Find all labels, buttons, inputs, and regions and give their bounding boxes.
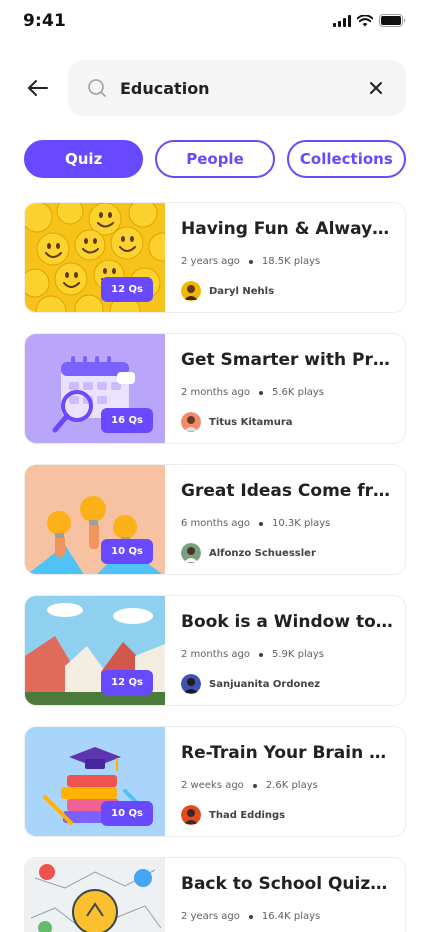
quiz-meta: 2 months ago 5.6K plays	[181, 387, 324, 398]
quiz-meta: 2 years ago 16.4K plays	[181, 911, 320, 922]
quiz-card-body: Great Ideas Come from Brilliant Minds 6 …	[181, 465, 393, 574]
quiz-thumbnail: 16 Qs	[25, 334, 165, 443]
quiz-card[interactable]: 10 Qs Great Ideas Come from Brilliant Mi…	[24, 464, 406, 575]
quiz-plays: 10.3K plays	[271, 518, 331, 529]
quiz-card-body: Book is a Window to the World 2 months a…	[181, 596, 393, 705]
question-count-badge: 12 Qs	[101, 277, 153, 302]
avatar	[181, 674, 201, 694]
quiz-age: 2 weeks ago	[181, 780, 244, 791]
quiz-age: 2 years ago	[181, 911, 240, 922]
quiz-thumbnail: 12 Qs	[25, 596, 165, 705]
quiz-title: Back to School Quizzes	[181, 874, 393, 894]
question-count-badge: 10 Qs	[101, 539, 153, 564]
clear-search-button[interactable]	[366, 78, 386, 98]
quiz-title: Book is a Window to the World	[181, 612, 393, 632]
cellular-signal-icon	[333, 14, 351, 27]
quiz-card[interactable]: Back to School Quizzes 2 years ago 16.4K…	[24, 857, 406, 932]
author-name: Sanjuanita Ordonez	[209, 678, 321, 690]
meta-separator-dot	[252, 783, 257, 788]
quiz-plays: 18.5K plays	[261, 256, 321, 267]
search-box[interactable]	[68, 60, 406, 116]
search-input[interactable]	[120, 74, 350, 102]
quiz-author[interactable]: Alfonzo Schuessler	[181, 543, 316, 563]
author-name: Thad Eddings	[209, 809, 286, 821]
quiz-plays: 2.6K plays	[265, 780, 318, 791]
battery-icon	[379, 14, 406, 27]
meta-separator-dot	[258, 652, 263, 657]
school-doodle-illustration	[25, 858, 165, 932]
wifi-icon	[357, 14, 373, 26]
author-name: Daryl Nehls	[209, 285, 275, 297]
quiz-thumbnail: 10 Qs	[25, 727, 165, 836]
meta-separator-dot	[248, 259, 253, 264]
quiz-thumbnail: 10 Qs	[25, 465, 165, 574]
quiz-meta: 2 weeks ago 2.6K plays	[181, 780, 318, 791]
quiz-title: Get Smarter with Productivity Quizzes	[181, 350, 393, 370]
quiz-title: Having Fun & Always Smile!	[181, 219, 393, 239]
search-row	[24, 60, 406, 116]
quiz-meta: 2 months ago 5.9K plays	[181, 649, 324, 660]
avatar	[181, 543, 201, 563]
avatar	[181, 805, 201, 825]
meta-separator-dot	[258, 390, 263, 395]
quiz-age: 2 months ago	[181, 387, 250, 398]
author-name: Alfonzo Schuessler	[209, 547, 316, 559]
meta-separator-dot	[258, 521, 263, 526]
question-count-badge: 10 Qs	[101, 801, 153, 826]
quiz-meta: 2 years ago 18.5K plays	[181, 256, 320, 267]
quiz-title: Re-Train Your Brain with Quizzes	[181, 743, 393, 763]
status-icons	[333, 14, 406, 27]
back-button[interactable]	[24, 74, 52, 102]
quiz-plays: 5.6K plays	[271, 387, 325, 398]
quiz-card[interactable]: 12 Qs Having Fun & Always Smile! 2 years…	[24, 202, 406, 313]
quiz-thumbnail: 12 Qs	[25, 203, 165, 312]
quiz-card-body: Having Fun & Always Smile! 2 years ago 1…	[181, 203, 393, 312]
quiz-card-body: Re-Train Your Brain with Quizzes 2 weeks…	[181, 727, 393, 836]
quiz-age: 2 years ago	[181, 256, 240, 267]
quiz-author[interactable]: Daryl Nehls	[181, 281, 274, 301]
avatar	[181, 412, 201, 432]
search-icon	[88, 79, 106, 97]
quiz-card-body: Back to School Quizzes 2 years ago 16.4K…	[181, 858, 393, 932]
tab-collections[interactable]: Collections	[286, 140, 406, 178]
quiz-age: 2 months ago	[181, 649, 250, 660]
quiz-thumbnail	[25, 858, 165, 932]
status-bar: 9:41	[0, 0, 430, 44]
question-count-badge: 16 Qs	[101, 408, 153, 433]
author-name: Titus Kitamura	[209, 416, 293, 428]
quiz-card[interactable]: 16 Qs Get Smarter with Productivity Quiz…	[24, 333, 406, 444]
question-count-badge: 12 Qs	[101, 670, 153, 695]
tab-quiz[interactable]: Quiz	[24, 140, 144, 178]
quiz-author[interactable]: Titus Kitamura	[181, 412, 293, 432]
quiz-author[interactable]: Sanjuanita Ordonez	[181, 674, 320, 694]
status-time: 9:41	[23, 11, 67, 31]
tab-people[interactable]: People	[155, 140, 275, 178]
meta-separator-dot	[248, 914, 253, 919]
quiz-card[interactable]: 10 Qs Re-Train Your Brain with Quizzes 2…	[24, 726, 406, 837]
quiz-meta: 6 months ago 10.3K plays	[181, 518, 330, 529]
avatar	[181, 281, 201, 301]
quiz-title: Great Ideas Come from Brilliant Minds	[181, 481, 393, 501]
filter-tabs: Quiz People Collections	[24, 140, 406, 178]
quiz-card[interactable]: 12 Qs Book is a Window to the World 2 mo…	[24, 595, 406, 706]
quiz-author[interactable]: Thad Eddings	[181, 805, 285, 825]
quiz-age: 6 months ago	[181, 518, 250, 529]
quiz-card-body: Get Smarter with Productivity Quizzes 2 …	[181, 334, 393, 443]
quiz-plays: 16.4K plays	[261, 911, 321, 922]
arrow-left-icon	[28, 80, 48, 96]
close-icon	[370, 82, 382, 94]
quiz-plays: 5.9K plays	[271, 649, 325, 660]
